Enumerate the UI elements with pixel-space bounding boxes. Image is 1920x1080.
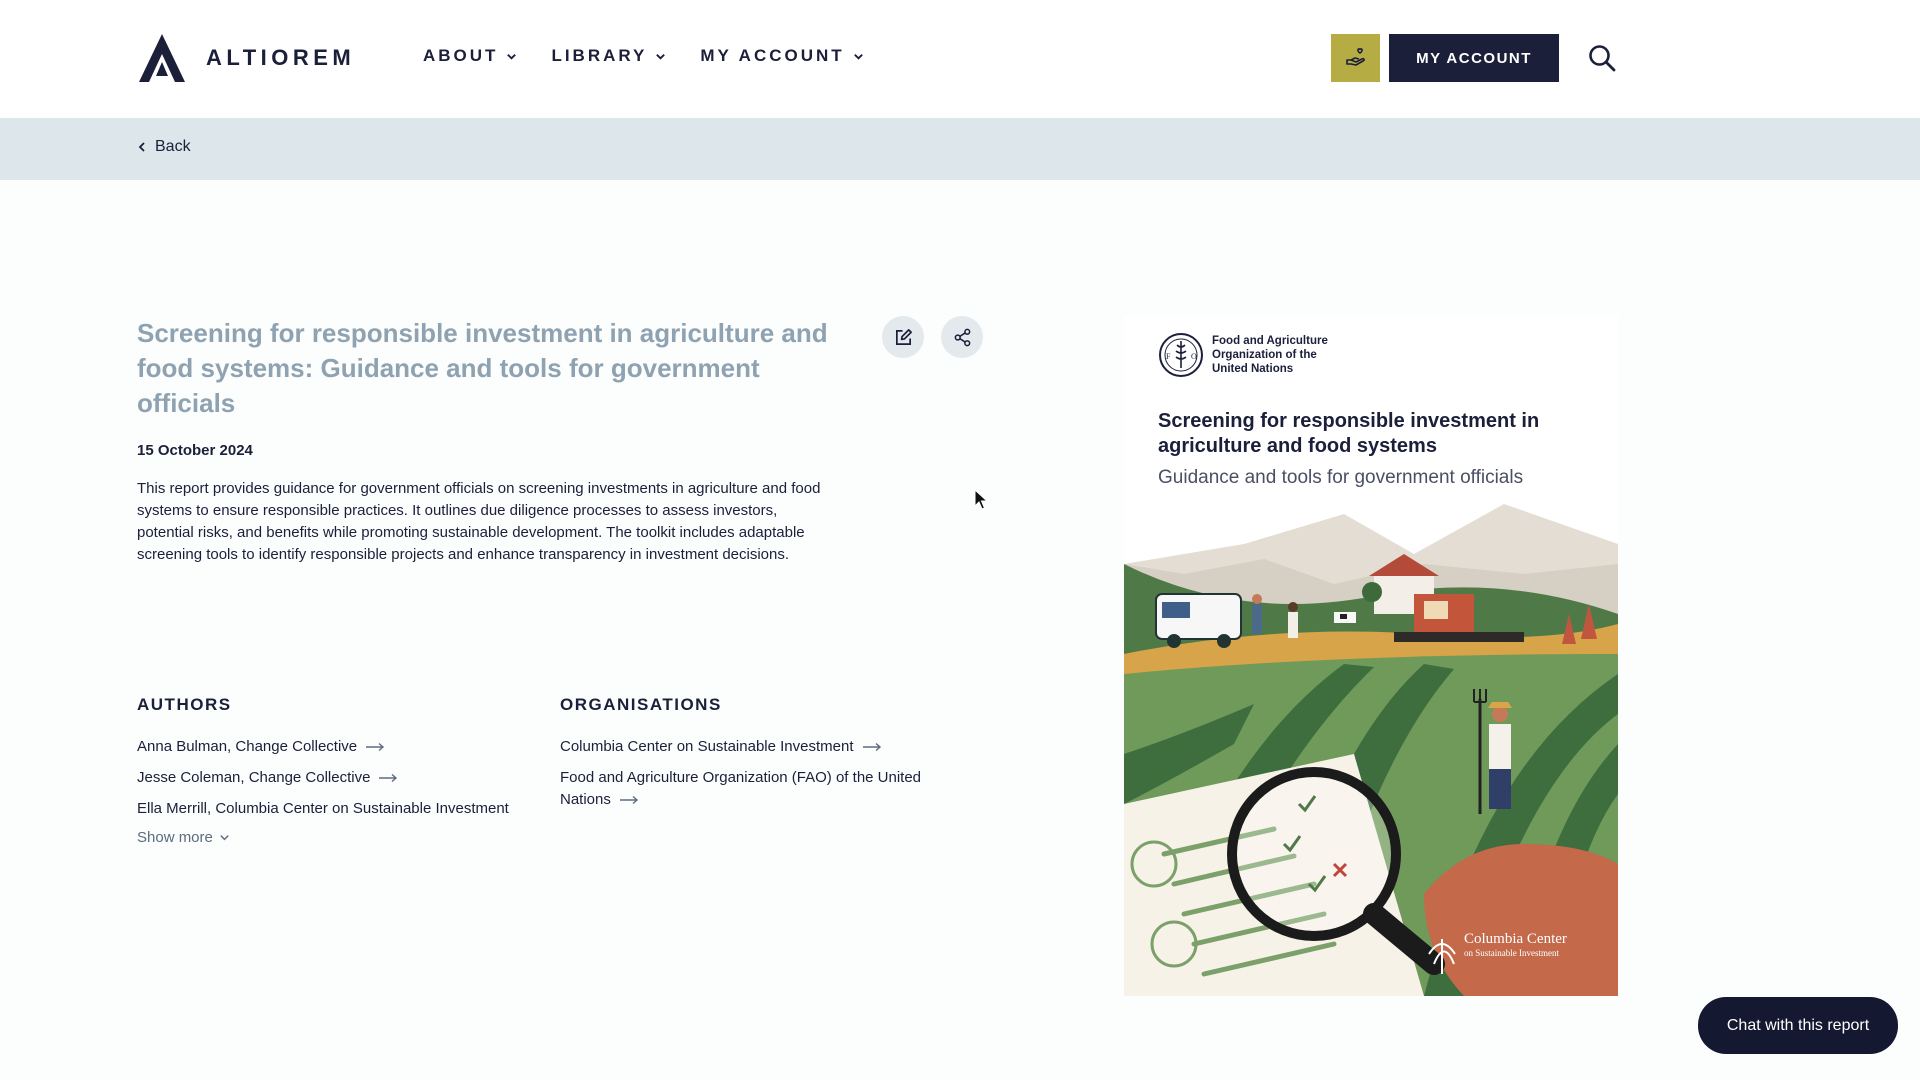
edit-button[interactable]: [882, 316, 924, 358]
nav-about[interactable]: ABOUT: [423, 46, 517, 66]
nav-library[interactable]: LIBRARY: [551, 46, 666, 66]
svg-text:O: O: [1191, 352, 1197, 361]
back-label: Back: [155, 138, 191, 155]
nav-about-label: ABOUT: [423, 46, 499, 65]
partner-logo: Columbia Center on Sustainable Investmen…: [1464, 932, 1567, 960]
back-bar: Back: [0, 118, 1920, 180]
arrow-right-icon: [366, 743, 385, 752]
arrow-right-icon: [862, 743, 881, 752]
show-more-button[interactable]: Show more: [137, 829, 230, 846]
author-name: Jesse Coleman, Change Collective: [137, 769, 371, 786]
share-icon: [954, 328, 970, 346]
author-link[interactable]: Anna Bulman, Change Collective: [137, 736, 385, 758]
show-more-label: Show more: [137, 829, 213, 846]
organisations-heading: ORGANISATIONS: [560, 695, 722, 714]
hand-heart-icon: [1345, 48, 1365, 66]
search-icon[interactable]: [1587, 43, 1617, 73]
organisation-link[interactable]: Food and Agriculture Organization (FAO) …: [560, 767, 970, 811]
organisation-link[interactable]: Columbia Center on Sustainable Investmen…: [560, 736, 970, 758]
nav-library-label: LIBRARY: [551, 46, 648, 65]
arrow-right-icon: [619, 796, 638, 805]
back-link[interactable]: Back: [137, 138, 191, 156]
chevron-down-icon: [853, 53, 863, 60]
mouse-cursor-icon: [974, 489, 988, 510]
fao-org-name: Food and Agriculture Organization of the…: [1212, 335, 1328, 375]
svg-text:F: F: [1166, 352, 1171, 361]
fao-emblem-icon: F O: [1159, 333, 1203, 377]
chevron-down-icon: [507, 53, 517, 60]
chat-with-report-button[interactable]: Chat with this report: [1698, 997, 1898, 1054]
report-description: This report provides guidance for govern…: [137, 480, 821, 563]
report-title: Screening for responsible investment in …: [137, 318, 828, 418]
main-nav: ABOUT LIBRARY MY ACCOUNT: [423, 46, 898, 66]
nav-my-account[interactable]: MY ACCOUNT: [700, 46, 863, 66]
donate-button[interactable]: [1331, 34, 1380, 82]
organisation-name: Columbia Center on Sustainable Investmen…: [560, 738, 854, 755]
site-header: ALTIOREM ABOUT LIBRARY MY ACCOUNT MY ACC…: [0, 0, 1920, 118]
arrow-right-icon: [379, 774, 398, 783]
chevron-left-icon: [138, 142, 145, 152]
report-cover[interactable]: F O Food and Agriculture Organization of…: [1124, 316, 1618, 996]
edit-icon: [895, 328, 912, 345]
cover-illustration: [1124, 504, 1618, 996]
authors-heading: AUTHORS: [137, 695, 232, 714]
author-link[interactable]: Ella Merrill, Columbia Center on Sustain…: [137, 798, 509, 820]
chevron-down-icon: [220, 835, 229, 841]
altiorem-logo[interactable]: ALTIOREM: [137, 32, 355, 84]
logo-text: ALTIOREM: [206, 45, 356, 70]
cover-title: Screening for responsible investment in …: [1158, 410, 1540, 457]
chevron-down-icon: [656, 53, 666, 60]
author-link[interactable]: Jesse Coleman, Change Collective: [137, 767, 398, 789]
fao-branding: F O Food and Agriculture Organization of…: [1158, 332, 1342, 378]
organisation-name: Food and Agriculture Organization (FAO) …: [560, 769, 922, 808]
nav-my-account-label: MY ACCOUNT: [700, 46, 845, 65]
my-account-button[interactable]: MY ACCOUNT: [1389, 34, 1559, 82]
altiorem-logo-icon: [139, 34, 185, 82]
author-name: Ella Merrill, Columbia Center on Sustain…: [137, 800, 509, 817]
share-button[interactable]: [941, 316, 983, 358]
author-name: Anna Bulman, Change Collective: [137, 738, 358, 755]
report-date: 15 October 2024: [137, 442, 253, 459]
partner-name: Columbia Center: [1464, 931, 1567, 947]
partner-sub: on Sustainable Investment: [1464, 948, 1559, 958]
cover-subtitle: Guidance and tools for government offici…: [1158, 467, 1524, 488]
